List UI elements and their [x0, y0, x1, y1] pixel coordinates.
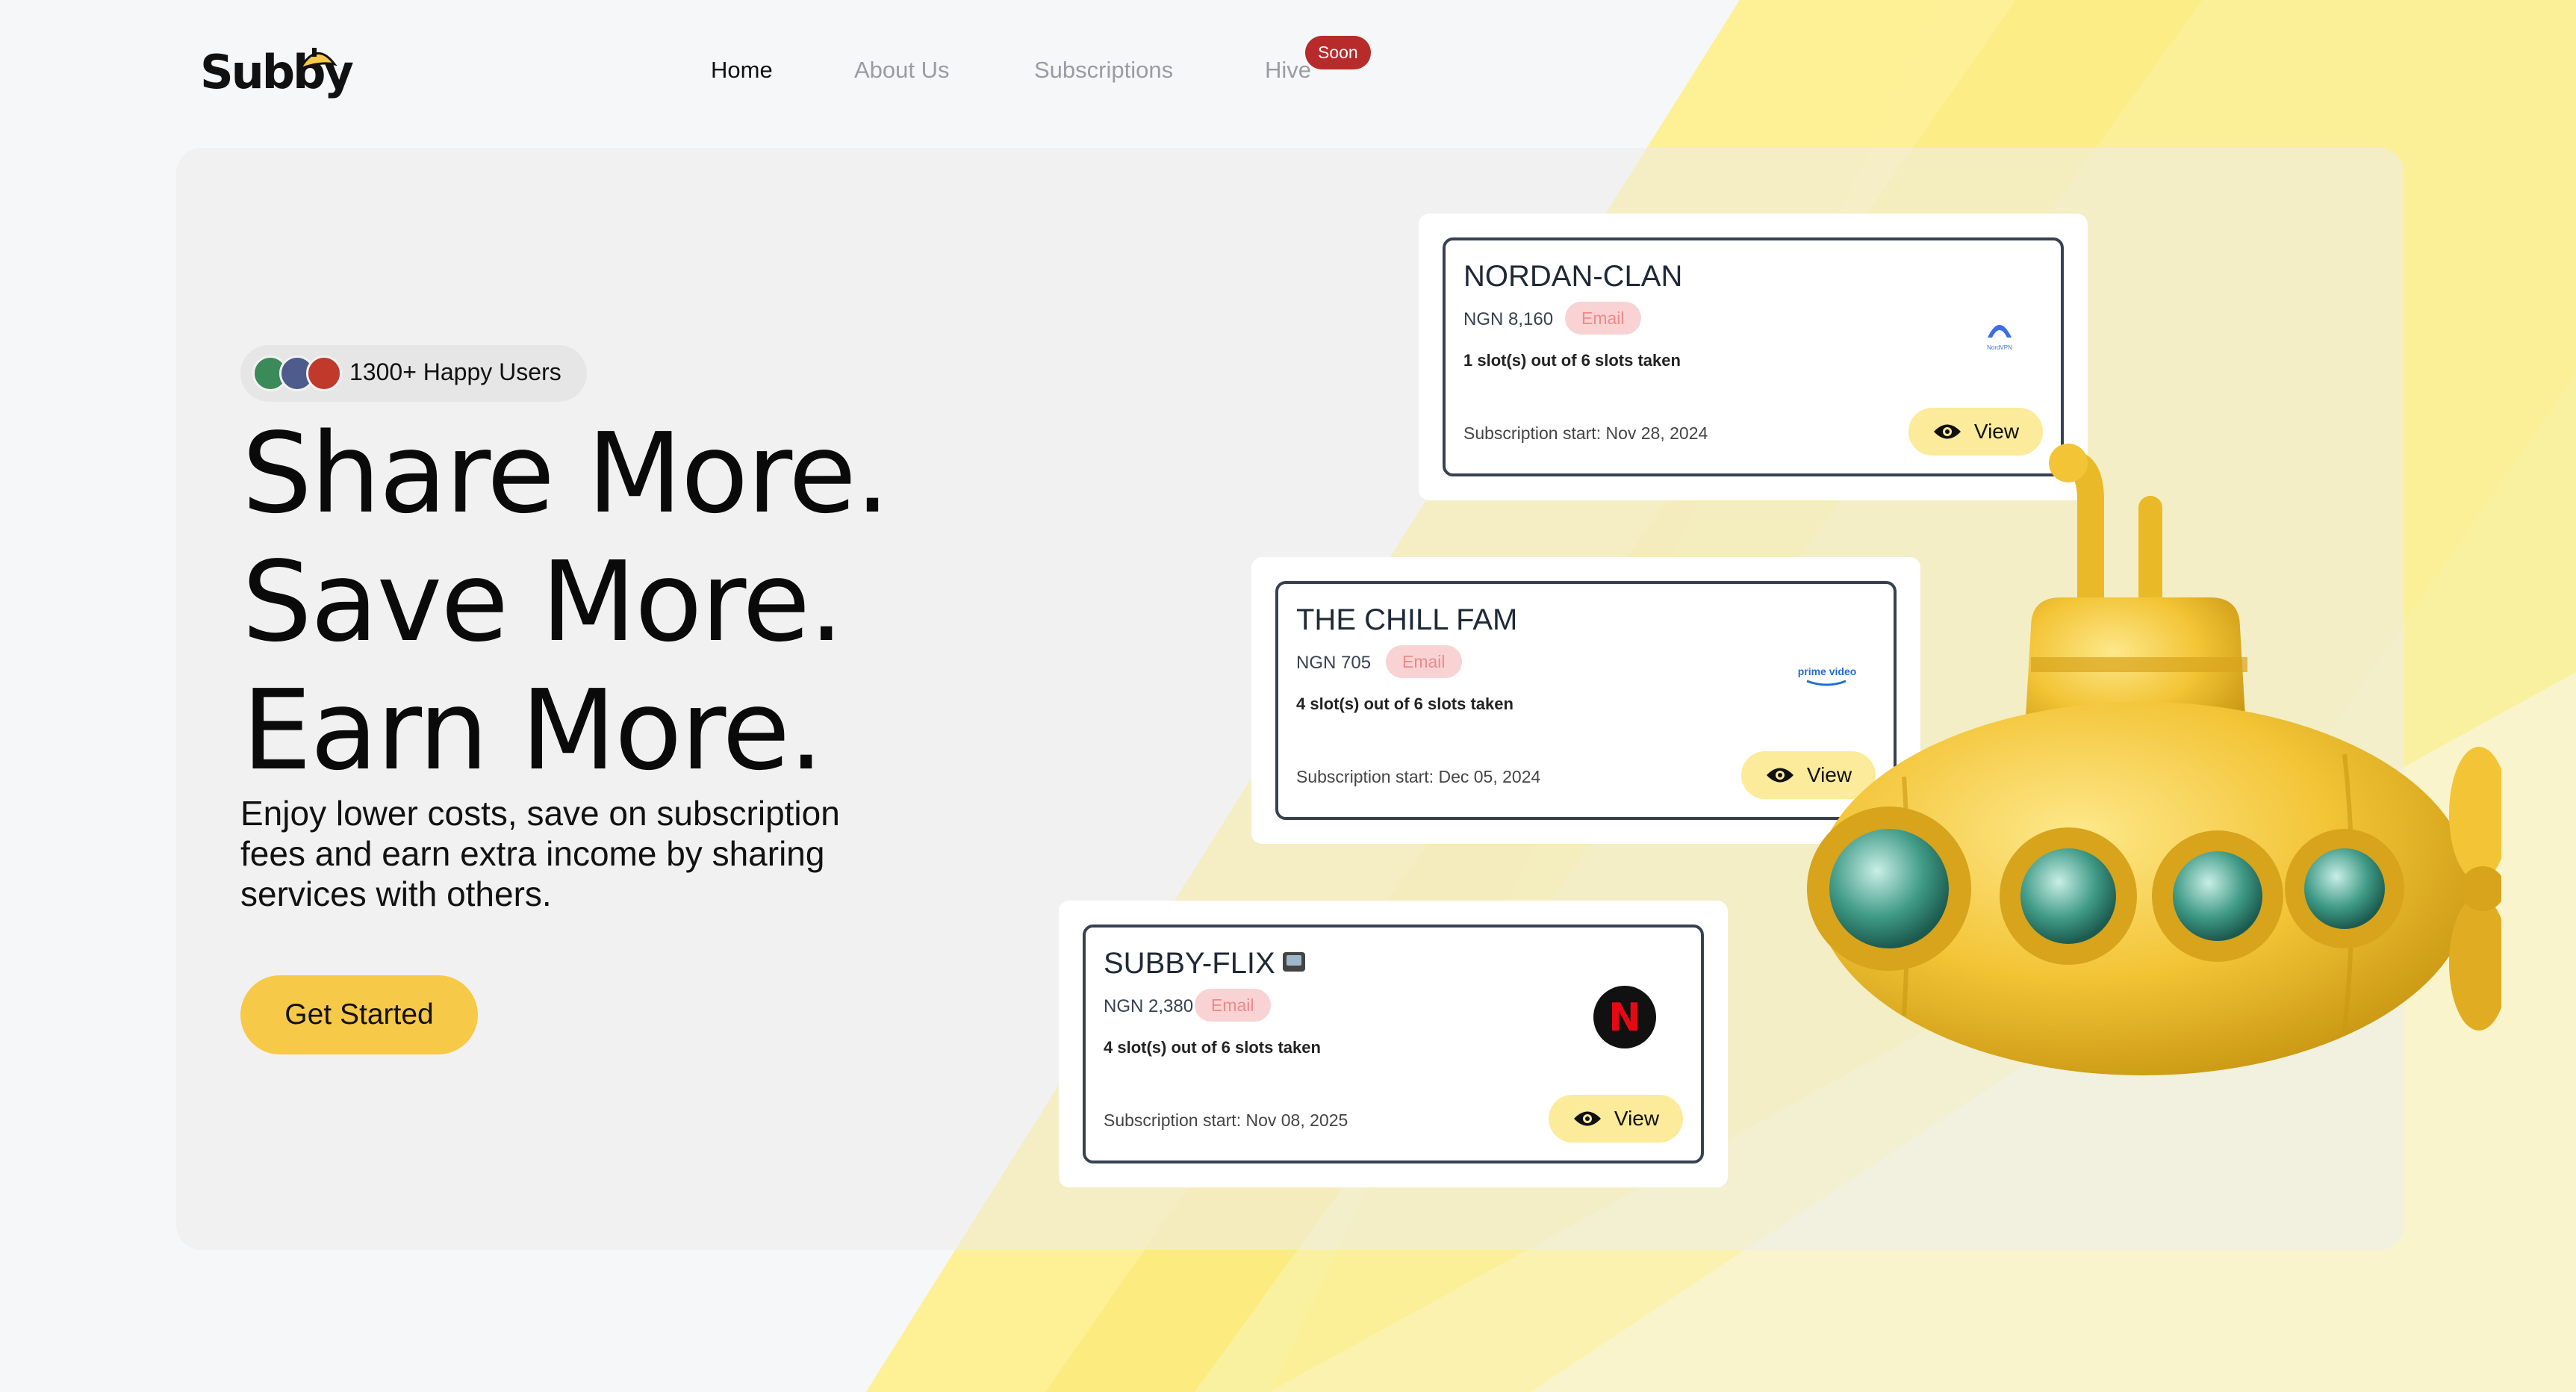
netflix-logo: N	[1593, 986, 1656, 1048]
subscription-card[interactable]: THE CHILL FAM NGN 705 Email 4 slot(s) ou…	[1275, 581, 1897, 820]
headline-line-3: Earn More.	[242, 666, 824, 795]
email-tag: Email	[1195, 989, 1271, 1022]
card-title-text: SUBBY-FLIX	[1104, 947, 1275, 980]
headline-line-2: Save More.	[242, 538, 844, 666]
card-title: THE CHILL FAM	[1296, 603, 1518, 636]
email-tag: Email	[1386, 645, 1462, 678]
get-started-button[interactable]: Get Started	[240, 975, 478, 1054]
nav-subscriptions[interactable]: Subscriptions	[1034, 57, 1173, 84]
card-title: NORDAN-CLAN	[1463, 260, 1683, 293]
eye-icon	[1933, 424, 1961, 439]
hero-subtext: Enjoy lower costs, save on subscription …	[240, 794, 840, 913]
happy-users-label: 1300+ Happy Users	[349, 358, 561, 385]
card-start-date: Subscription start: Dec 05, 2024	[1296, 767, 1541, 786]
card-slots: 4 slot(s) out of 6 slots taken	[1104, 1038, 1321, 1057]
eye-icon	[1766, 768, 1793, 783]
tv-icon	[1282, 952, 1305, 972]
nav-home[interactable]: Home	[711, 57, 773, 84]
card-price: NGN 705	[1296, 653, 1372, 673]
view-button[interactable]: View	[1549, 1095, 1683, 1143]
view-button-label: View	[1614, 1107, 1660, 1130]
eye-icon	[1573, 1111, 1601, 1126]
card-title: SUBBY-FLIX	[1104, 947, 1305, 981]
card-price: NGN 2,380	[1104, 996, 1194, 1016]
soon-badge: Soon	[1305, 36, 1371, 69]
happy-users-pill: 1300+ Happy Users	[240, 345, 587, 402]
page: Subby Home About Us Subscriptions Hive S…	[0, 0, 2576, 1392]
subscription-card-wrapper: SUBBY-FLIX NGN 2,380 Email 4 slot(s) out…	[1059, 901, 1728, 1187]
netflix-logo-text: N	[1608, 995, 1641, 1040]
headline-line-1: Share More.	[242, 409, 890, 538]
main-nav: Home About Us Subscriptions Hive	[0, 57, 2576, 116]
card-start-date: Subscription start: Nov 28, 2024	[1463, 423, 1708, 443]
avatar	[306, 355, 342, 391]
card-slots: 4 slot(s) out of 6 slots taken	[1296, 695, 1513, 713]
card-price: NGN 8,160	[1463, 309, 1554, 329]
submarine-illustration	[1807, 444, 2501, 1075]
email-tag: Email	[1565, 302, 1641, 335]
nav-about-us[interactable]: About Us	[854, 57, 950, 84]
card-start-date: Subscription start: Nov 08, 2025	[1104, 1110, 1348, 1130]
nordvpn-logo: NordVPN	[1971, 315, 2028, 352]
nordvpn-logo-text: NordVPN	[1987, 344, 2012, 351]
nav-hive[interactable]: Hive	[1265, 57, 1311, 84]
card-slots: 1 slot(s) out of 6 slots taken	[1463, 351, 1681, 370]
subscription-card[interactable]: SUBBY-FLIX NGN 2,380 Email 4 slot(s) out…	[1083, 925, 1704, 1163]
